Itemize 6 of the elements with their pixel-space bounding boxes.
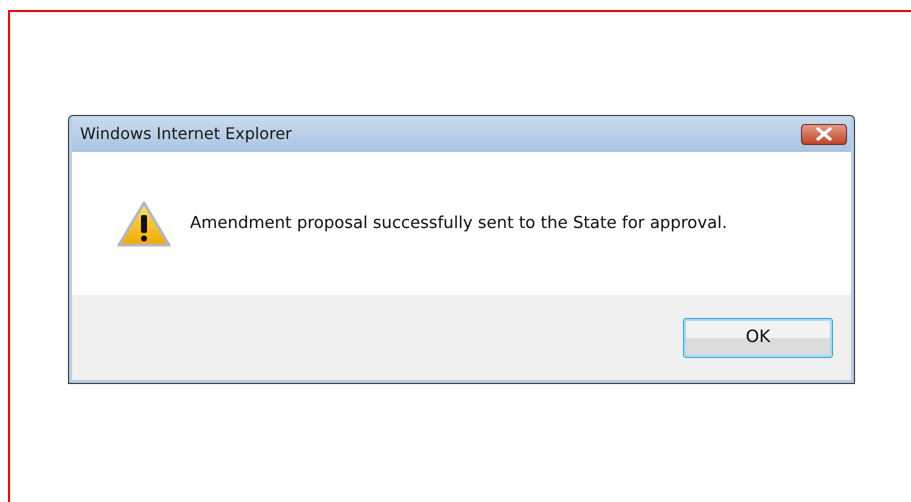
close-icon (815, 127, 833, 141)
close-button[interactable] (801, 124, 847, 144)
warning-icon (116, 200, 172, 248)
message-text: Amendment proposal successfully sent to the State for approval. (190, 212, 728, 234)
window-title: Windows Internet Explorer (80, 123, 292, 145)
ok-button[interactable]: OK (683, 318, 833, 358)
